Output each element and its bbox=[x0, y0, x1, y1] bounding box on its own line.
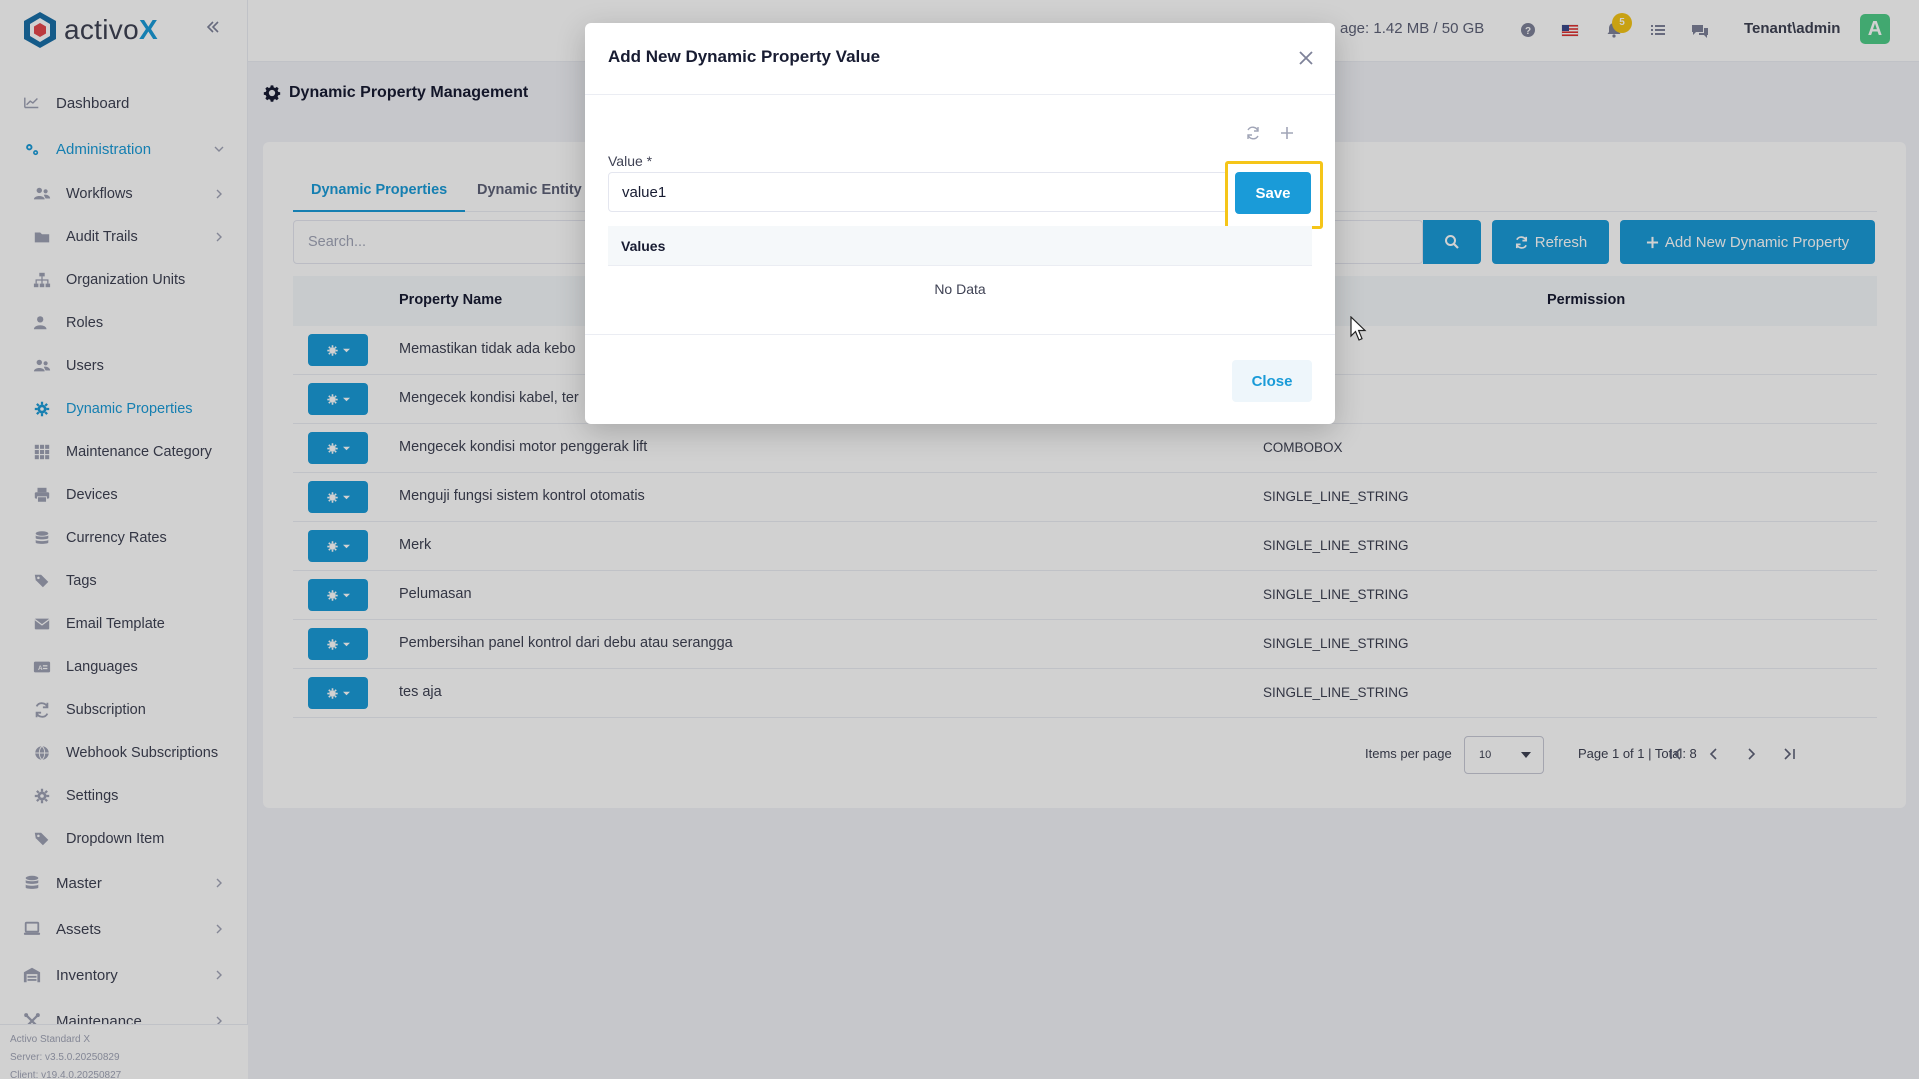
add-value-modal: Add New Dynamic Property Value Value * S… bbox=[585, 23, 1335, 424]
save-button[interactable]: Save bbox=[1235, 172, 1311, 214]
close-icon[interactable] bbox=[1297, 49, 1315, 67]
close-button[interactable]: Close bbox=[1232, 360, 1312, 402]
modal-header: Add New Dynamic Property Value bbox=[585, 23, 1335, 95]
reload-icon[interactable] bbox=[1245, 125, 1261, 141]
value-label: Value * bbox=[608, 153, 653, 169]
modal-footer: Close bbox=[585, 334, 1335, 424]
modal-title: Add New Dynamic Property Value bbox=[608, 47, 881, 66]
values-header: Values bbox=[608, 226, 1312, 266]
no-data-text: No Data bbox=[934, 281, 986, 297]
plus-icon[interactable] bbox=[1279, 125, 1295, 141]
mouse-cursor-icon bbox=[1350, 316, 1367, 341]
value-input[interactable] bbox=[608, 172, 1228, 212]
